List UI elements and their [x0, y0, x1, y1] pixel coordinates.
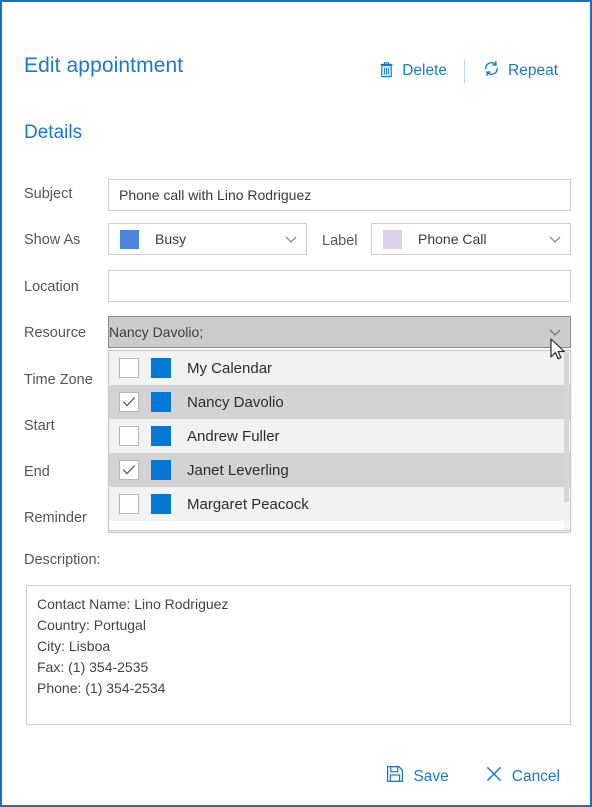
label-field-label: Label	[322, 233, 358, 249]
dialog-footer: Save Cancel	[2, 762, 590, 791]
resource-option-label: Andrew Fuller	[187, 427, 280, 445]
resource-option-color-swatch	[151, 426, 171, 446]
location-input[interactable]	[108, 270, 571, 302]
resource-option[interactable]: Nancy Davolio	[109, 385, 570, 419]
edit-appointment-dialog: Edit appointment Delete Repeat Details S…	[0, 0, 592, 807]
resource-option-checkbox[interactable]	[119, 460, 139, 480]
delete-button[interactable]: Delete	[368, 58, 457, 85]
resource-option[interactable]: My Calendar	[109, 351, 570, 385]
cancel-button[interactable]: Cancel	[481, 762, 564, 791]
repeat-label: Repeat	[508, 62, 558, 79]
save-disk-icon	[386, 765, 404, 788]
resource-option-label: My Calendar	[187, 359, 273, 377]
subject-label: Subject	[24, 186, 73, 202]
repeat-icon	[482, 59, 501, 83]
resource-option[interactable]: Andrew Fuller	[109, 419, 570, 453]
end-label: End	[24, 464, 50, 480]
label-color-swatch	[383, 229, 402, 249]
show-as-select[interactable]: Busy	[108, 223, 307, 255]
header-divider	[464, 59, 466, 83]
label-value: Phone Call	[418, 231, 487, 247]
save-label: Save	[413, 767, 449, 785]
dropdown-scrollbar[interactable]	[564, 352, 569, 530]
trash-icon	[378, 60, 395, 83]
reminder-label: Reminder	[24, 510, 87, 526]
resource-option-checkbox[interactable]	[119, 494, 139, 514]
checkmark-icon	[122, 465, 136, 475]
time-zone-label: Time Zone	[24, 372, 93, 388]
resource-option-color-swatch	[151, 494, 171, 514]
description-line: Fax: (1) 354-2535	[37, 659, 149, 675]
repeat-button[interactable]: Repeat	[472, 57, 568, 85]
resource-option-color-swatch	[151, 460, 171, 480]
dialog-header: Edit appointment Delete Repeat	[2, 2, 590, 102]
page-title: Edit appointment	[24, 54, 184, 77]
description-line: Contact Name: Lino Rodriguez	[37, 596, 229, 612]
subject-value: Phone call with Lino Rodriguez	[119, 187, 312, 203]
resource-option-checkbox[interactable]	[119, 426, 139, 446]
chevron-down-icon	[549, 236, 561, 243]
subject-input[interactable]: Phone call with Lino Rodriguez	[108, 179, 571, 211]
start-label: Start	[24, 418, 55, 434]
resource-option-color-swatch	[151, 358, 171, 378]
close-x-icon	[485, 765, 503, 788]
resource-combobox[interactable]: Nancy Davolio;	[108, 316, 571, 348]
description-textarea[interactable]: Contact Name: Lino Rodriguez Country: Por…	[26, 585, 571, 725]
location-label: Location	[24, 279, 79, 295]
resource-dropdown-list: My Calendar Nancy Davolio Andrew Fuller Jan…	[109, 351, 570, 521]
resource-option-checkbox[interactable]	[119, 358, 139, 378]
resource-option-checkbox[interactable]	[119, 392, 139, 412]
resource-option-color-swatch	[151, 392, 171, 412]
checkmark-icon	[122, 397, 136, 407]
resource-label: Resource	[24, 325, 87, 341]
resource-option[interactable]: Margaret Peacock	[109, 487, 570, 521]
resource-dropdown-panel[interactable]: My Calendar Nancy Davolio Andrew Fuller Jan…	[108, 350, 571, 531]
description-line: Country: Portugal	[37, 617, 146, 633]
header-actions: Delete Repeat	[368, 57, 568, 85]
delete-label: Delete	[402, 62, 448, 79]
cancel-label: Cancel	[511, 767, 560, 785]
dropdown-bottom-spacer	[109, 521, 570, 530]
show-as-color-swatch	[120, 229, 139, 249]
show-as-value: Busy	[155, 231, 187, 247]
show-as-label: Show As	[24, 232, 81, 248]
description-line: City: Lisboa	[37, 638, 111, 654]
resource-option-label: Janet Leverling	[187, 461, 289, 479]
dropdown-scrollbar-thumb[interactable]	[564, 352, 569, 502]
details-section-title: Details	[24, 122, 83, 143]
resource-option-label: Nancy Davolio	[187, 393, 284, 411]
resource-option[interactable]: Janet Leverling	[109, 453, 570, 487]
resource-value: Nancy Davolio;	[109, 324, 204, 340]
save-button[interactable]: Save	[382, 762, 452, 791]
chevron-down-icon	[285, 236, 297, 243]
resource-option-label: Margaret Peacock	[187, 495, 309, 513]
label-select[interactable]: Phone Call	[371, 223, 571, 255]
chevron-down-icon	[549, 329, 561, 336]
description-line: Phone: (1) 354-2534	[37, 680, 166, 696]
description-label: Description:	[24, 552, 101, 568]
